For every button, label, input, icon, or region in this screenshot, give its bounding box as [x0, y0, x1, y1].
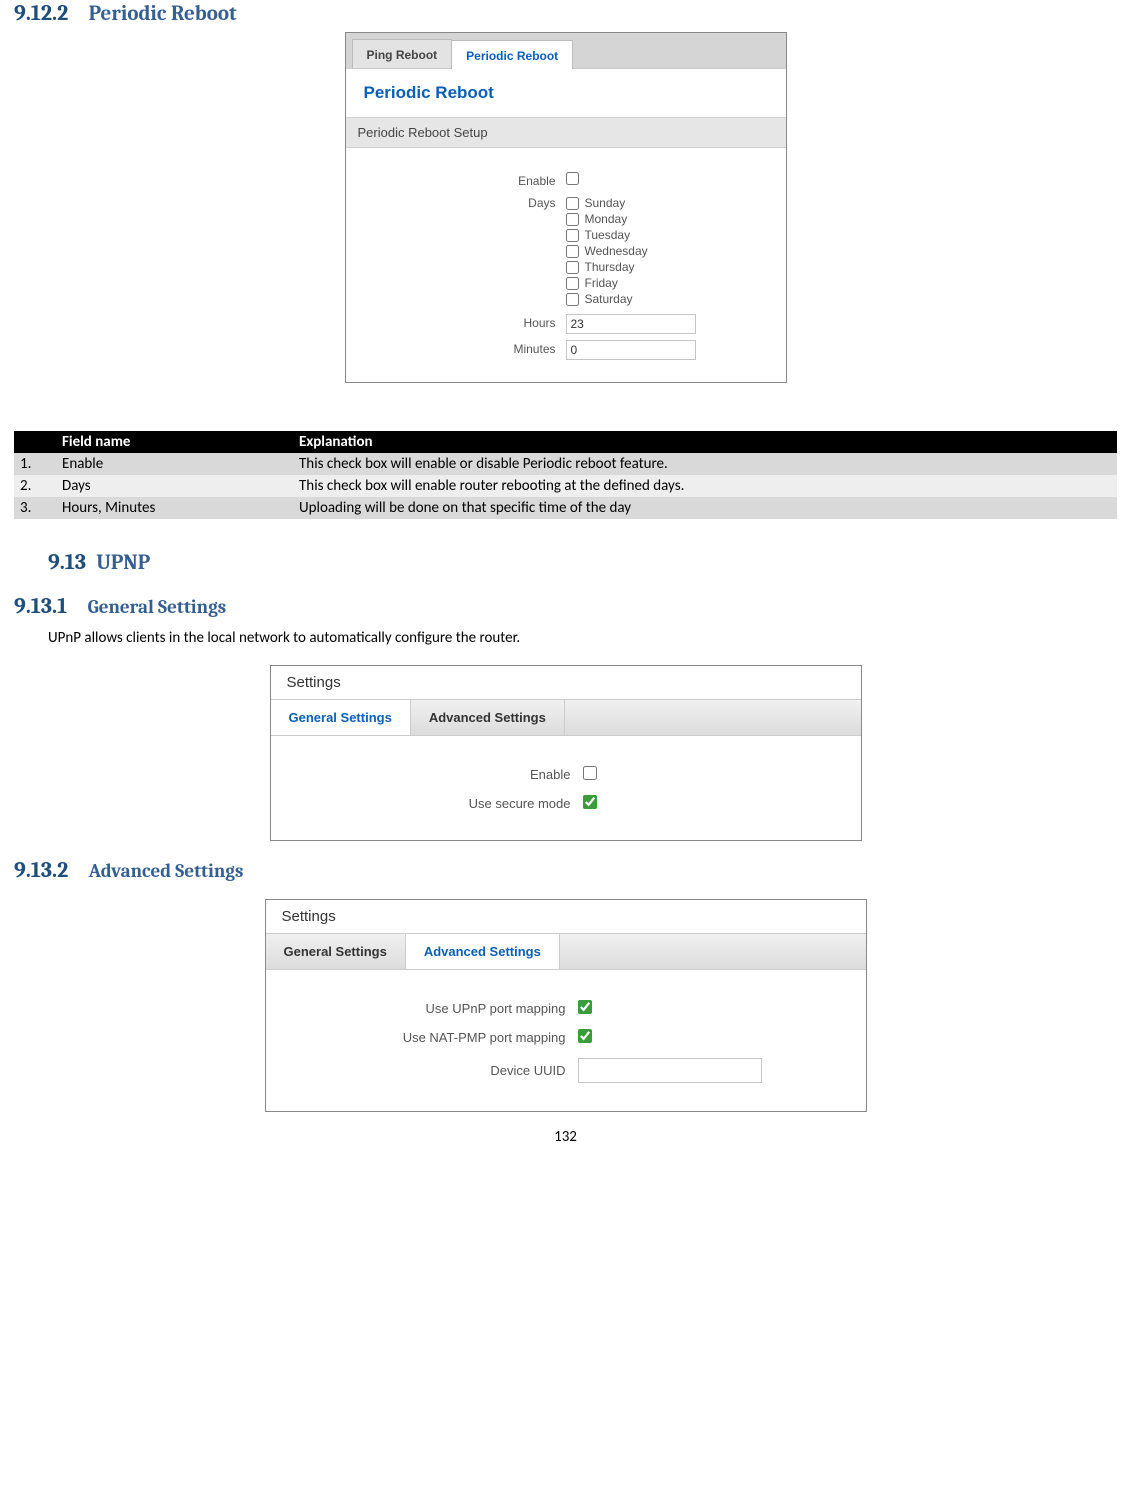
- day-thursday-checkbox[interactable]: [566, 261, 579, 274]
- upnp-enable-checkbox[interactable]: [583, 766, 597, 780]
- table-row: 3. Hours, Minutes Uploading will be done…: [14, 497, 1117, 519]
- minutes-input[interactable]: [566, 340, 696, 360]
- tab-general-settings[interactable]: General Settings: [266, 934, 406, 969]
- secure-mode-checkbox[interactable]: [583, 795, 597, 809]
- tab-periodic-reboot[interactable]: Periodic Reboot: [451, 40, 573, 69]
- th-expl: Explanation: [293, 431, 1117, 453]
- day-wednesday-label: Wednesday: [585, 244, 648, 258]
- table-row: 1. Enable This check box will enable or …: [14, 453, 1117, 475]
- tab-ping-reboot[interactable]: Ping Reboot: [352, 39, 453, 68]
- day-friday-checkbox[interactable]: [566, 277, 579, 290]
- th-field: Field name: [56, 431, 293, 453]
- day-sunday-checkbox[interactable]: [566, 197, 579, 210]
- heading-9-13-1: 9.13.1 General Settings: [14, 593, 1117, 619]
- day-tuesday-checkbox[interactable]: [566, 229, 579, 242]
- panel-subhead: Periodic Reboot Setup: [346, 117, 786, 148]
- heading-9-13-2: 9.13.2 Advanced Settings: [14, 857, 1117, 883]
- label-device-uuid: Device UUID: [266, 1063, 578, 1078]
- heading-9-13: 9.13 UPNP: [48, 549, 1117, 575]
- label-secure-mode: Use secure mode: [271, 796, 583, 811]
- periodic-reboot-panel: Ping Reboot Periodic Reboot Periodic Reb…: [345, 32, 787, 383]
- upnp-description: UPnP allows clients in the local network…: [48, 629, 1117, 647]
- day-tuesday-label: Tuesday: [585, 228, 631, 242]
- heading-number: 9.13.2: [14, 857, 68, 883]
- nat-pmp-port-mapping-checkbox[interactable]: [578, 1029, 592, 1043]
- day-friday-label: Friday: [585, 276, 618, 290]
- th-num: [14, 431, 56, 453]
- label-upnp-port-mapping: Use UPnP port mapping: [266, 1001, 578, 1016]
- upnp-general-panel: Settings General Settings Advanced Setti…: [270, 665, 862, 841]
- label-nat-pmp-port-mapping: Use NAT-PMP port mapping: [266, 1030, 578, 1045]
- heading-title: UPNP: [96, 551, 150, 575]
- heading-number: 9.13: [48, 549, 86, 575]
- day-monday-label: Monday: [585, 212, 628, 226]
- device-uuid-input[interactable]: [578, 1058, 762, 1083]
- day-saturday-label: Saturday: [585, 292, 633, 306]
- tab-advanced-settings[interactable]: Advanced Settings: [411, 700, 565, 735]
- day-thursday-label: Thursday: [585, 260, 635, 274]
- day-wednesday-checkbox[interactable]: [566, 245, 579, 258]
- label-hours: Hours: [346, 314, 566, 330]
- day-sunday-label: Sunday: [585, 196, 626, 210]
- upnp-advanced-panel: Settings General Settings Advanced Setti…: [265, 899, 867, 1112]
- heading-title: General Settings: [88, 596, 227, 618]
- day-saturday-checkbox[interactable]: [566, 293, 579, 306]
- panel-header: Settings: [271, 666, 861, 699]
- heading-9-12-2: 9.12.2 Periodic Reboot: [14, 0, 1117, 26]
- page-number: 132: [14, 1128, 1117, 1146]
- tab-general-settings[interactable]: General Settings: [271, 700, 411, 735]
- upnp-port-mapping-checkbox[interactable]: [578, 1000, 592, 1014]
- heading-title: Advanced Settings: [89, 860, 244, 882]
- label-days: Days: [346, 194, 566, 210]
- heading-title: Periodic Reboot: [89, 2, 237, 26]
- label-enable: Enable: [346, 172, 566, 188]
- enable-checkbox[interactable]: [566, 172, 579, 185]
- hours-input[interactable]: [566, 314, 696, 334]
- label-minutes: Minutes: [346, 340, 566, 356]
- explanation-table: Field name Explanation 1. Enable This ch…: [14, 431, 1117, 519]
- panel-title: Periodic Reboot: [346, 69, 786, 117]
- heading-number: 9.13.1: [14, 593, 67, 619]
- day-monday-checkbox[interactable]: [566, 213, 579, 226]
- table-row: 2. Days This check box will enable route…: [14, 475, 1117, 497]
- heading-number: 9.12.2: [14, 0, 68, 26]
- panel-header: Settings: [266, 900, 866, 933]
- label-enable: Enable: [271, 767, 583, 782]
- tab-advanced-settings[interactable]: Advanced Settings: [406, 934, 560, 969]
